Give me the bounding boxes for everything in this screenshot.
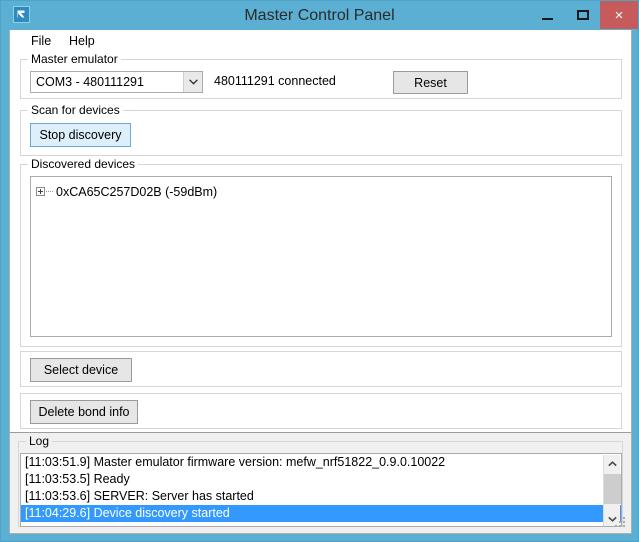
com-port-select-value: COM3 - 480111291 (36, 75, 144, 89)
minimize-button[interactable] (530, 1, 565, 29)
application-window: Master Control Panel × File Help Master … (0, 0, 639, 542)
plus-box-icon[interactable] (36, 187, 45, 196)
title-bar[interactable]: Master Control Panel × (1, 1, 638, 30)
discovered-devices-group-label: Discovered devices (28, 157, 139, 171)
close-icon: × (614, 6, 624, 24)
tree-item-label: 0xCA65C257D02B (-59dBm) (56, 184, 218, 199)
delete-bond-info-button[interactable]: Delete bond info (30, 400, 138, 424)
log-panel: Log [11:03:51.9] Master emulator firmwar… (10, 432, 631, 533)
master-emulator-group: Master emulator COM3 - 480111291 4801112… (20, 52, 622, 99)
scan-for-devices-group: Scan for devices Stop discovery (20, 103, 622, 156)
menu-item-help[interactable]: Help (64, 33, 100, 50)
close-button[interactable]: × (600, 1, 638, 29)
scan-for-devices-group-label: Scan for devices (28, 103, 123, 117)
delete-bond-group: Delete bond info (20, 393, 622, 429)
reset-button[interactable]: Reset (393, 71, 468, 94)
log-entry[interactable]: [11:04:29.6] Device discovery started (21, 505, 621, 522)
minimize-icon (542, 17, 553, 20)
resize-grip[interactable] (615, 517, 628, 530)
chevron-down-icon[interactable] (183, 72, 202, 92)
menu-item-file[interactable]: File (26, 33, 56, 50)
stop-discovery-button[interactable]: Stop discovery (30, 123, 131, 147)
client-area: File Help Master emulator COM3 - 4801112… (9, 30, 632, 534)
menu-bar: File Help (10, 30, 631, 52)
select-device-button[interactable]: Select device (30, 358, 132, 382)
com-port-select[interactable]: COM3 - 480111291 (30, 71, 203, 93)
discovered-devices-group: Discovered devices 0xCA65C257D02B (-59dB… (20, 157, 622, 347)
scroll-thumb[interactable] (604, 474, 621, 504)
discovered-devices-tree[interactable]: 0xCA65C257D02B (-59dBm) (30, 176, 612, 337)
log-entry[interactable]: [11:03:53.5] Ready (21, 471, 621, 488)
log-entry[interactable]: [11:03:53.6] SERVER: Server has started (21, 488, 621, 505)
log-group: Log [11:03:51.9] Master emulator firmwar… (18, 434, 623, 527)
master-emulator-group-label: Master emulator (28, 52, 121, 66)
select-device-group: Select device (20, 351, 622, 387)
log-entry[interactable]: [11:03:51.9] Master emulator firmware ve… (21, 454, 621, 471)
maximize-icon (576, 10, 589, 20)
scroll-up-icon[interactable] (604, 455, 621, 472)
log-list[interactable]: [11:03:51.9] Master emulator firmware ve… (20, 453, 622, 527)
emulator-status-text: 480111291 connected (214, 74, 336, 88)
log-group-label: Log (26, 434, 53, 448)
tree-connector-line (46, 191, 54, 192)
tree-item-device[interactable]: 0xCA65C257D02B (-59dBm) (36, 183, 217, 200)
maximize-button[interactable] (565, 1, 600, 29)
